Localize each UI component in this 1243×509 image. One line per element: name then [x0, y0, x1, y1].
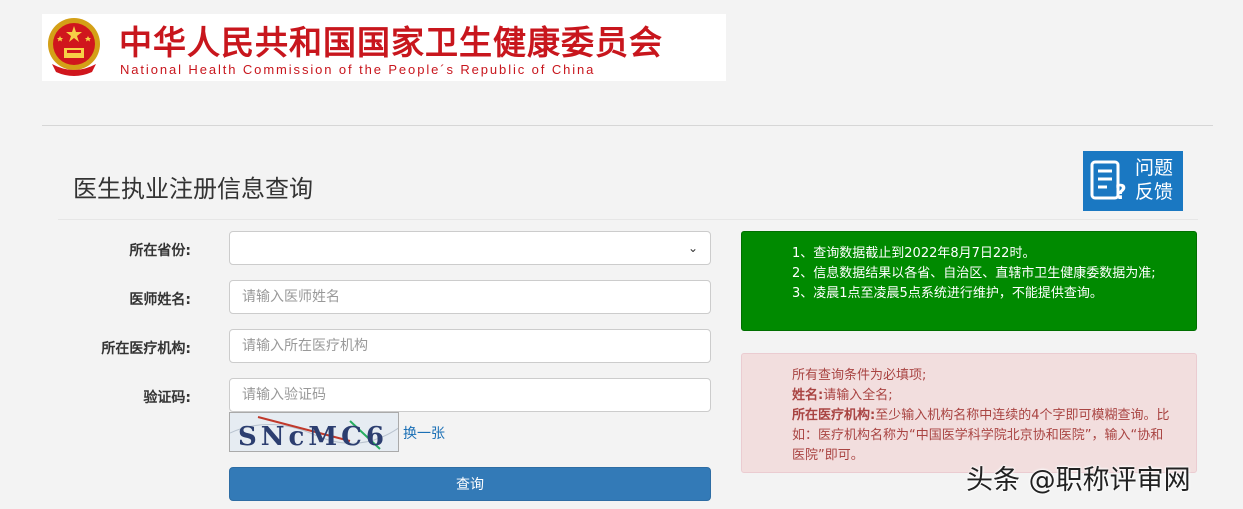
watermark: 头条 @职称评审网 [966, 465, 1191, 496]
feedback-icon: ? [1090, 160, 1127, 203]
notice-required-line1: 所有查询条件为必填项; [792, 368, 927, 383]
chevron-down-icon: ⌄ [687, 241, 698, 255]
refresh-captcha-link[interactable]: 换一张 [403, 423, 445, 443]
page-title: 医生执业注册信息查询 [73, 175, 313, 203]
province-select[interactable]: ⌄ [229, 231, 711, 265]
title-divider [58, 219, 1198, 220]
national-emblem-icon [48, 18, 100, 76]
header-divider [42, 125, 1213, 126]
svg-text:?: ? [1115, 180, 1127, 203]
feedback-button[interactable]: ? 问题 反馈 [1083, 151, 1183, 211]
institution-label: 所在医疗机构: [101, 341, 191, 357]
feedback-label-line2: 反馈 [1135, 181, 1174, 203]
province-label: 所在省份: [129, 243, 191, 259]
doctor-name-input[interactable] [229, 280, 711, 314]
notice-required: 所有查询条件为必填项; 姓名:请输入全名; 所在医疗机构:至少输入机构名称中连续… [741, 353, 1197, 473]
captcha-label: 验证码: [143, 390, 191, 406]
notice-info-line1: 1、查询数据截止到2022年8月7日22时。 [792, 246, 1036, 261]
notice-name-text: 请输入全名; [823, 388, 893, 403]
notice-name-key: 姓名: [792, 388, 824, 403]
header-banner: 中华人民共和国国家卫生健康委员会 National Health Commiss… [42, 14, 726, 81]
notice-info-line2: 2、信息数据结果以各省、自治区、直辖市卫生健康委数据为准; [792, 266, 1156, 281]
org-name-en: National Health Commission of the People… [120, 62, 596, 77]
captcha-input[interactable] [229, 378, 711, 412]
query-button[interactable]: 查询 [229, 467, 711, 501]
notice-institution-rule: 所在医疗机构:至少输入机构名称中连续的4个字即可模糊查询。比如：医疗机构名称为“… [792, 406, 1176, 466]
notice-inst-key: 所在医疗机构: [792, 408, 876, 423]
captcha-graphic: SNcMC6 [230, 413, 398, 452]
notice-info: 1、查询数据截止到2022年8月7日22时。 2、信息数据结果以各省、自治区、直… [741, 231, 1197, 331]
captcha-text: SNcMC6 [238, 422, 388, 452]
doctor-name-label: 医师姓名: [129, 292, 191, 308]
captcha-image[interactable]: SNcMC6 [229, 412, 399, 452]
org-name-cn: 中华人民共和国国家卫生健康委员会 [119, 23, 663, 62]
feedback-label-line1: 问题 [1135, 157, 1174, 179]
institution-input[interactable] [229, 329, 711, 363]
notice-name-rule: 姓名:请输入全名; [792, 386, 1176, 406]
notice-info-line3: 3、凌晨1点至凌晨5点系统进行维护，不能提供查询。 [792, 286, 1103, 301]
